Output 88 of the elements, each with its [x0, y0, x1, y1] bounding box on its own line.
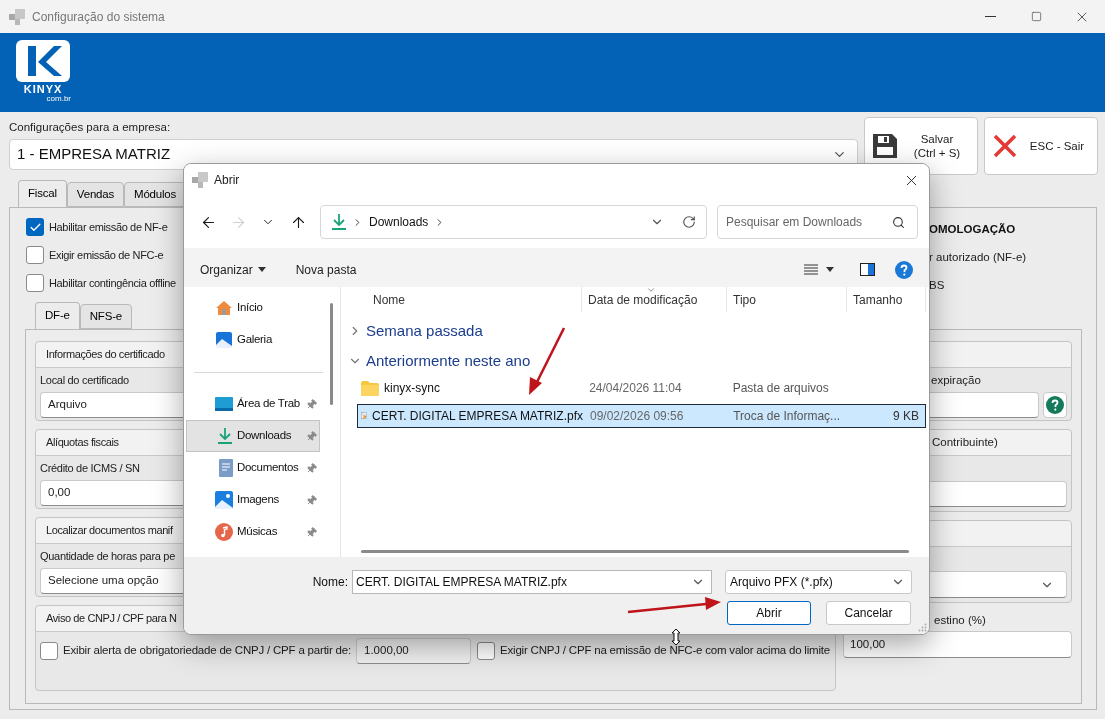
- open-button[interactable]: Abrir: [727, 601, 811, 625]
- list-view-icon[interactable]: [804, 264, 818, 275]
- section-heading: OMOLOGAÇÃO: [929, 222, 1017, 237]
- logo-text: KINYX: [23, 84, 63, 95]
- checkbox[interactable]: [40, 642, 58, 660]
- search-icon: [892, 215, 905, 229]
- logo-icon: [16, 40, 70, 82]
- navigation-item[interactable]: Galeria: [186, 324, 320, 356]
- group-title: Localizar documentos manif: [46, 523, 173, 539]
- address-bar[interactable]: Downloads: [320, 205, 707, 239]
- option-label: BS: [929, 278, 946, 293]
- new-folder-button[interactable]: Nova pasta: [295, 260, 357, 279]
- caret-icon: [257, 267, 266, 272]
- dialog-title: Abrir: [214, 172, 240, 189]
- annotation-arrow: [529, 327, 566, 395]
- preview-pane-icon[interactable]: [860, 263, 875, 276]
- help-icon: [1046, 396, 1064, 414]
- checkbox-label: Habilitar emissão de NF-e: [49, 219, 168, 235]
- checkbox-label: Exigir CNPJ / CPF na emissão de NFC-e com valor acima do limite: [500, 643, 830, 659]
- refresh-icon[interactable]: [682, 215, 696, 229]
- checkbox[interactable]: [26, 246, 44, 264]
- field-label: Crédito de ICMS / SN: [40, 461, 140, 476]
- navigation-item[interactable]: Início: [186, 292, 320, 324]
- desktop-icon: [215, 397, 233, 411]
- exit-button[interactable]: ESC - Sair: [984, 117, 1098, 175]
- close-icon: [993, 134, 1017, 158]
- search-input[interactable]: Pesquisar em Downloads: [726, 213, 892, 231]
- house-icon: [215, 300, 233, 316]
- checkbox-label: Exibir alerta de obrigatoriedade de CNPJ / CPF a partir de:: [63, 643, 351, 659]
- download-icon: [331, 213, 347, 231]
- download-icon: [217, 427, 233, 445]
- column-header[interactable]: Data de modificação: [582, 287, 727, 312]
- help-icon[interactable]: [895, 260, 913, 279]
- tab[interactable]: DF-e: [35, 302, 80, 330]
- app-icon: [9, 8, 25, 25]
- cancel-button[interactable]: Cancelar: [826, 601, 911, 625]
- group-heading[interactable]: Anteriormente neste ano: [341, 346, 929, 376]
- tab[interactable]: Fiscal: [18, 180, 67, 208]
- field-label: Configurações para a empresa:: [9, 120, 172, 134]
- sort-icon: [646, 287, 656, 295]
- picture-icon: [215, 491, 233, 509]
- group-title: Aviso de CNPJ / CPF para N: [46, 611, 177, 627]
- field-label: Quantidade de horas para pe: [40, 549, 175, 564]
- navigation-item[interactable]: Documentos: [186, 452, 320, 484]
- caret-icon[interactable]: [826, 267, 834, 272]
- navigation-item[interactable]: Músicas: [186, 516, 320, 548]
- resize-grip-icon: [918, 623, 927, 632]
- column-header[interactable]: Tamanho: [847, 287, 926, 312]
- field-label: expiração: [931, 373, 981, 388]
- checkbox[interactable]: [26, 218, 44, 236]
- minimize-icon: [984, 16, 996, 17]
- app-icon: [192, 172, 208, 188]
- field-label: Local do certificado: [40, 373, 129, 388]
- group-title: Informações do certificado: [46, 347, 165, 363]
- breadcrumb-item[interactable]: Downloads: [369, 213, 429, 231]
- gallery-icon: [215, 331, 233, 349]
- file-type-select[interactable]: Arquivo PFX (*.pfx): [725, 570, 912, 594]
- navigation-item[interactable]: Downloads: [186, 420, 320, 452]
- option-label: r autorizado (NF-e): [929, 250, 1028, 265]
- column-header[interactable]: Tipo: [727, 287, 847, 312]
- column-header[interactable]: Nome: [366, 287, 582, 312]
- navigation-item[interactable]: Área de Trab: [186, 388, 320, 420]
- field-label: Nome:: [312, 574, 348, 591]
- file-row[interactable]: CERT. DIGITAL EMPRESA MATRIZ.pfx 09/02/2026 09:56 Troca de Informaç... 9 KB: [357, 404, 926, 428]
- group-heading[interactable]: Semana passada: [341, 316, 929, 346]
- document-icon: [219, 459, 233, 477]
- field-label: estino (%): [934, 613, 986, 628]
- tab[interactable]: Vendas: [66, 182, 124, 207]
- group-title: Alíquotas fiscais: [46, 435, 119, 451]
- window-title: Configuração do sistema: [32, 8, 165, 26]
- navigation-item[interactable]: Imagens: [186, 484, 320, 516]
- organize-menu[interactable]: Organizar: [200, 260, 266, 279]
- tab[interactable]: NFS-e: [79, 304, 132, 329]
- folder-icon: [361, 380, 379, 396]
- checkbox[interactable]: [26, 274, 44, 292]
- checkbox[interactable]: [477, 642, 496, 660]
- maximize-icon: [1030, 11, 1042, 22]
- input-field[interactable]: 1.000,00: [356, 638, 472, 664]
- music-icon: [215, 523, 233, 541]
- checkbox-label: Exigir emissão de NFC-e: [49, 247, 164, 263]
- checkbox-label: Habilitar contingência offline: [49, 275, 176, 291]
- filename-field[interactable]: CERT. DIGITAL EMPRESA MATRIZ.pfx: [352, 570, 712, 594]
- file-row[interactable]: kinyx-sync 24/04/2026 11:04 Pasta de arquivos: [357, 376, 926, 400]
- input-field[interactable]: 100,00: [843, 631, 1072, 658]
- help-button[interactable]: [1043, 392, 1067, 418]
- group-title: Contribuinte): [932, 434, 998, 450]
- logo-subtext: com.br: [46, 95, 71, 103]
- search-field[interactable]: Pesquisar em Downloads: [717, 205, 918, 239]
